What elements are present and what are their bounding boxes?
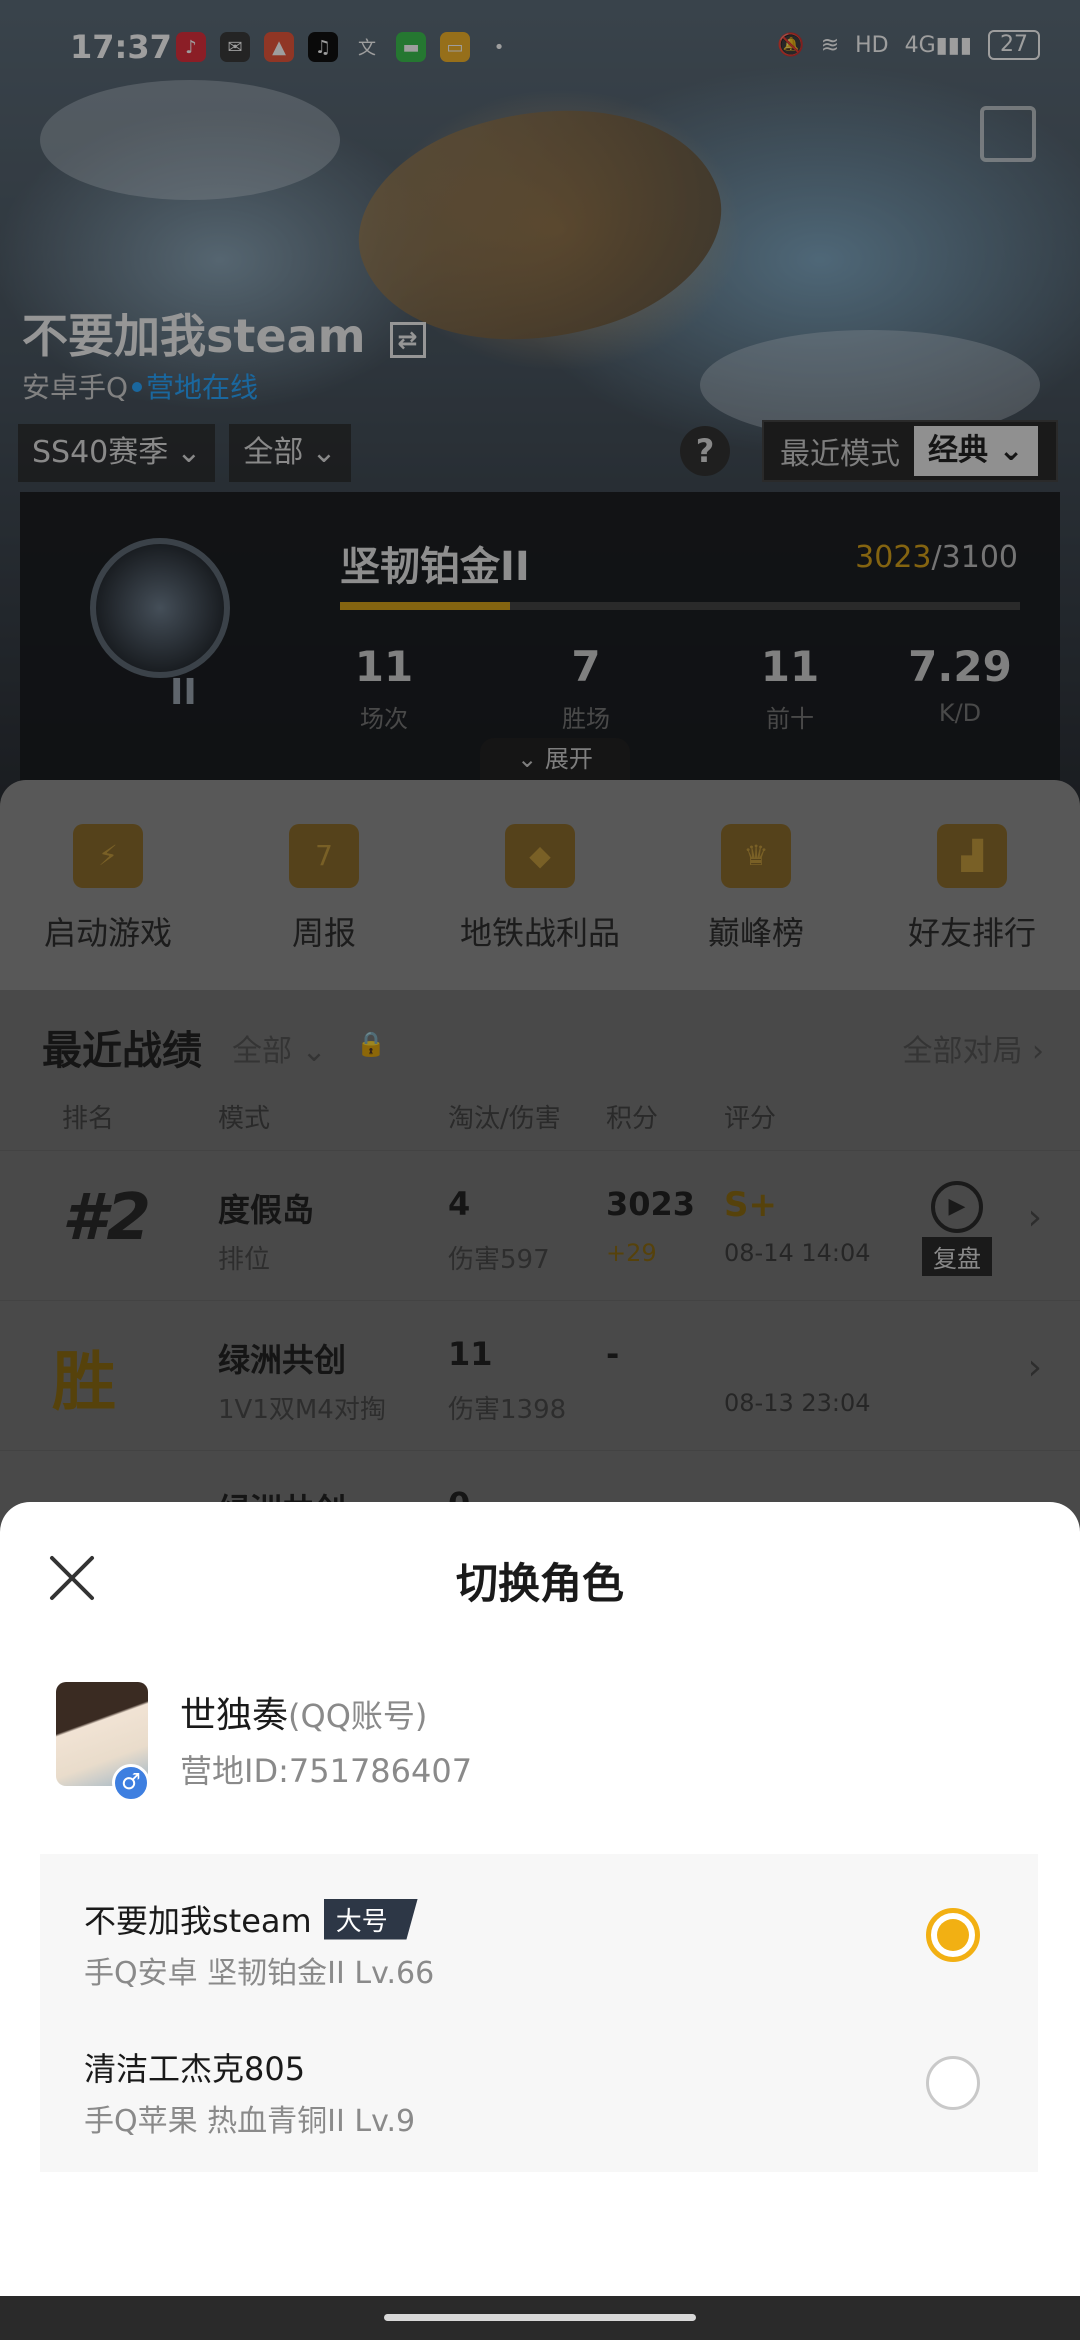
male-gender-icon: ♂ (112, 1764, 150, 1802)
home-indicator[interactable] (384, 2314, 696, 2321)
role-radio-unselected[interactable] (926, 2056, 980, 2110)
account-name-row: 世独奏(QQ账号) (180, 1686, 427, 1738)
role-name-row: 不要加我steam 大号 (84, 1896, 418, 1942)
role-radio-selected[interactable] (926, 1908, 980, 1962)
account-type: (QQ账号) (288, 1697, 428, 1735)
account-name: 世独奏 (180, 1695, 289, 1736)
role-name: 清洁工杰克805 (84, 2050, 306, 2088)
role-list: 不要加我steam 大号 手Q安卓 坚韧铂金II Lv.66 清洁工杰克805 … (40, 1854, 1038, 2172)
role-details: 手Q安卓 坚韧铂金II Lv.66 (84, 1956, 435, 1991)
role-item-main[interactable]: 不要加我steam 大号 手Q安卓 坚韧铂金II Lv.66 (40, 1860, 1038, 2010)
role-details: 手Q苹果 热血青铜II Lv.9 (84, 2104, 416, 2139)
role-item-alt[interactable]: 清洁工杰克805 手Q苹果 热血青铜II Lv.9 (40, 2008, 1038, 2158)
role-name: 不要加我steam (84, 1902, 312, 1940)
main-account-badge: 大号 (323, 1898, 418, 1940)
role-name-row: 清洁工杰克805 (84, 2044, 305, 2090)
camp-id: 营地ID:751786407 (180, 1752, 473, 1790)
switch-role-sheet: 切换角色 ♂ 世独奏(QQ账号) 营地ID:751786407 不要加我stea… (0, 1502, 1080, 2296)
account-info: ♂ 世独奏(QQ账号) 营地ID:751786407 (56, 1682, 1036, 1802)
sheet-title: 切换角色 (455, 1559, 624, 1608)
